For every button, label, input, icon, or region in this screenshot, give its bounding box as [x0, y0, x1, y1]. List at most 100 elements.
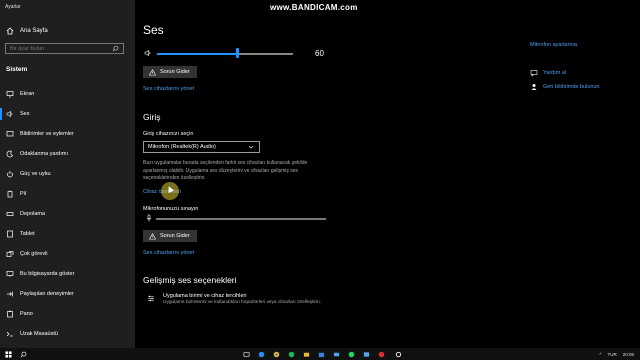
feedback-link-row[interactable]: Geri bildirimde bulunun [530, 83, 600, 91]
clock[interactable]: 20:05 [623, 352, 634, 357]
task-view-icon[interactable] [243, 351, 250, 358]
page-title: Ses [143, 23, 164, 37]
app-volume-description: Uygulama birimlerini ve kullandıkları ho… [163, 300, 322, 305]
sidebar-nav: Ekran Ses Bildirimler ve eylemler Odakla… [0, 84, 135, 344]
share-icon [6, 290, 14, 298]
tray-chevron-icon[interactable]: ^ [599, 352, 601, 357]
settings-icon[interactable] [395, 351, 402, 358]
sidebar-item-label: Çok görevli [20, 251, 48, 257]
advanced-heading: Gelişmiş ses seçenekleri [143, 275, 237, 285]
mic-settings-link[interactable]: Mikrofon ayarlarına [530, 42, 577, 48]
manage-input-devices-link[interactable]: Ses cihazlarını yönet [143, 250, 194, 256]
search-input[interactable] [10, 45, 110, 52]
app-volume-text: Uygulama birimi ve cihaz tercihleri Uygu… [163, 293, 333, 307]
home-icon [6, 27, 14, 35]
mail-icon[interactable] [333, 351, 340, 358]
sidebar-item-label: Odaklanma yardımı [20, 151, 68, 157]
speaker-icon [6, 110, 14, 118]
home-link[interactable]: Ana Sayfa [6, 25, 48, 37]
sidebar-item-ses[interactable]: Ses [0, 104, 135, 124]
power-icon [6, 170, 14, 178]
warning-icon [148, 232, 156, 240]
sidebar-item-cok-gorevli[interactable]: Çok görevli [0, 244, 135, 264]
volume-value: 60 [315, 49, 324, 58]
sidebar-item-label: Bildirimler ve eylemler [20, 131, 74, 137]
file-explorer-icon[interactable] [303, 351, 310, 358]
input-device-value: Mikrofon (Realtek(R) Audio) [148, 144, 216, 150]
input-device-label: Giriş cihazınızı seçin [143, 131, 194, 137]
sidebar-item-label: Pil [20, 191, 27, 197]
mic-level-meter [156, 218, 326, 220]
search-icon[interactable] [111, 45, 119, 53]
media-icon[interactable] [363, 351, 370, 358]
moon-icon [6, 150, 14, 158]
volume-slider-fill [157, 53, 236, 55]
sidebar-item-guc[interactable]: Güç ve uyku [0, 164, 135, 184]
monitor-icon [6, 90, 14, 98]
sidebar-item-label: Güç ve uyku [20, 171, 51, 177]
home-label: Ana Sayfa [20, 28, 48, 34]
sidebar-item-label: Bu bilgisayarda göster [20, 271, 75, 277]
search-box[interactable] [5, 43, 124, 54]
sidebar-item-label: Ses [20, 111, 30, 117]
help-icon [530, 69, 538, 77]
sidebar-item-label: Depolama [20, 211, 46, 217]
tablet-icon [6, 230, 14, 238]
sidebar-item-odaklanma[interactable]: Odaklanma yardımı [0, 144, 135, 164]
app-volume-preferences[interactable]: Uygulama birimi ve cihaz tercihleri Uygu… [147, 293, 333, 307]
warning-icon [148, 68, 156, 76]
edge-icon[interactable] [258, 351, 265, 358]
sidebar-item-bu-bilgisayarda[interactable]: Bu bilgisayarda göster [0, 264, 135, 284]
sidebar-item-bildirimler[interactable]: Bildirimler ve eylemler [0, 124, 135, 144]
system-tray: ^ TUR 20:05 [599, 348, 634, 360]
chrome-icon[interactable] [273, 351, 280, 358]
project-icon [6, 270, 14, 278]
sidebar-item-uzak-masaustu[interactable]: Uzak Masaüstü [0, 324, 135, 344]
storage-icon [6, 210, 14, 218]
output-troubleshoot-button[interactable]: Sorun Gider [143, 66, 197, 78]
language-indicator[interactable]: TUR [607, 352, 616, 357]
notification-icon [6, 130, 14, 138]
taskbar: ^ TUR 20:05 [0, 348, 640, 360]
volume-slider-thumb[interactable] [235, 48, 239, 58]
sidebar-item-paylasilan[interactable]: Paylaşılan deneyimler [0, 284, 135, 304]
section-title: Sistem [6, 66, 28, 73]
volume-slider[interactable] [157, 53, 293, 55]
input-description: Bazı uygulamalar burada seçilenden farkl… [143, 160, 308, 181]
feedback-link[interactable]: Geri bildirimde bulunun [543, 84, 600, 90]
bandicam-icon[interactable] [378, 351, 385, 358]
sidebar-item-pano[interactable]: Pano [0, 304, 135, 324]
chevron-down-icon [247, 143, 255, 151]
manage-output-devices-link[interactable]: Ses cihazlarını yönet [143, 86, 194, 92]
clipboard-icon [6, 310, 14, 318]
store-icon[interactable] [318, 351, 325, 358]
windows-start-icon[interactable] [5, 350, 12, 358]
sidebar-item-tablet[interactable]: Tablet [0, 224, 135, 244]
help-link[interactable]: Yardım al [543, 70, 566, 76]
spotify-icon[interactable] [288, 351, 295, 358]
sidebar-item-depolama[interactable]: Depolama [0, 204, 135, 224]
sidebar-item-label: Pano [20, 311, 33, 317]
app-title: Ayarlar [5, 4, 21, 10]
button-label: Sorun Gider [160, 233, 190, 239]
sidebar-item-pil[interactable]: Pil [0, 184, 135, 204]
sidebar-item-label: Uzak Masaüstü [20, 331, 58, 337]
sidebar-item-label: Tablet [20, 231, 35, 237]
remote-desktop-icon [6, 330, 14, 338]
sidebar: Ayarlar Ana Sayfa Sistem Ekran Ses Bildi… [0, 0, 135, 348]
feedback-icon [530, 83, 538, 91]
speaker-icon[interactable] [144, 49, 152, 57]
help-link-row[interactable]: Yardım al [530, 69, 566, 77]
sliders-icon [147, 294, 155, 302]
sidebar-item-ekran[interactable]: Ekran [0, 84, 135, 104]
sidebar-item-label: Ekran [20, 91, 35, 97]
search-icon[interactable] [20, 351, 27, 358]
multitask-icon [6, 250, 14, 258]
input-device-select[interactable]: Mikrofon (Realtek(R) Audio) [143, 141, 260, 153]
whatsapp-icon[interactable] [348, 351, 355, 358]
button-label: Sorun Gider [160, 69, 190, 75]
sidebar-item-label: Paylaşılan deneyimler [20, 291, 74, 297]
input-troubleshoot-button[interactable]: Sorun Gider [143, 230, 197, 242]
input-heading: Giriş [143, 112, 161, 122]
watermark: www.BANDICAM.com [270, 3, 358, 12]
